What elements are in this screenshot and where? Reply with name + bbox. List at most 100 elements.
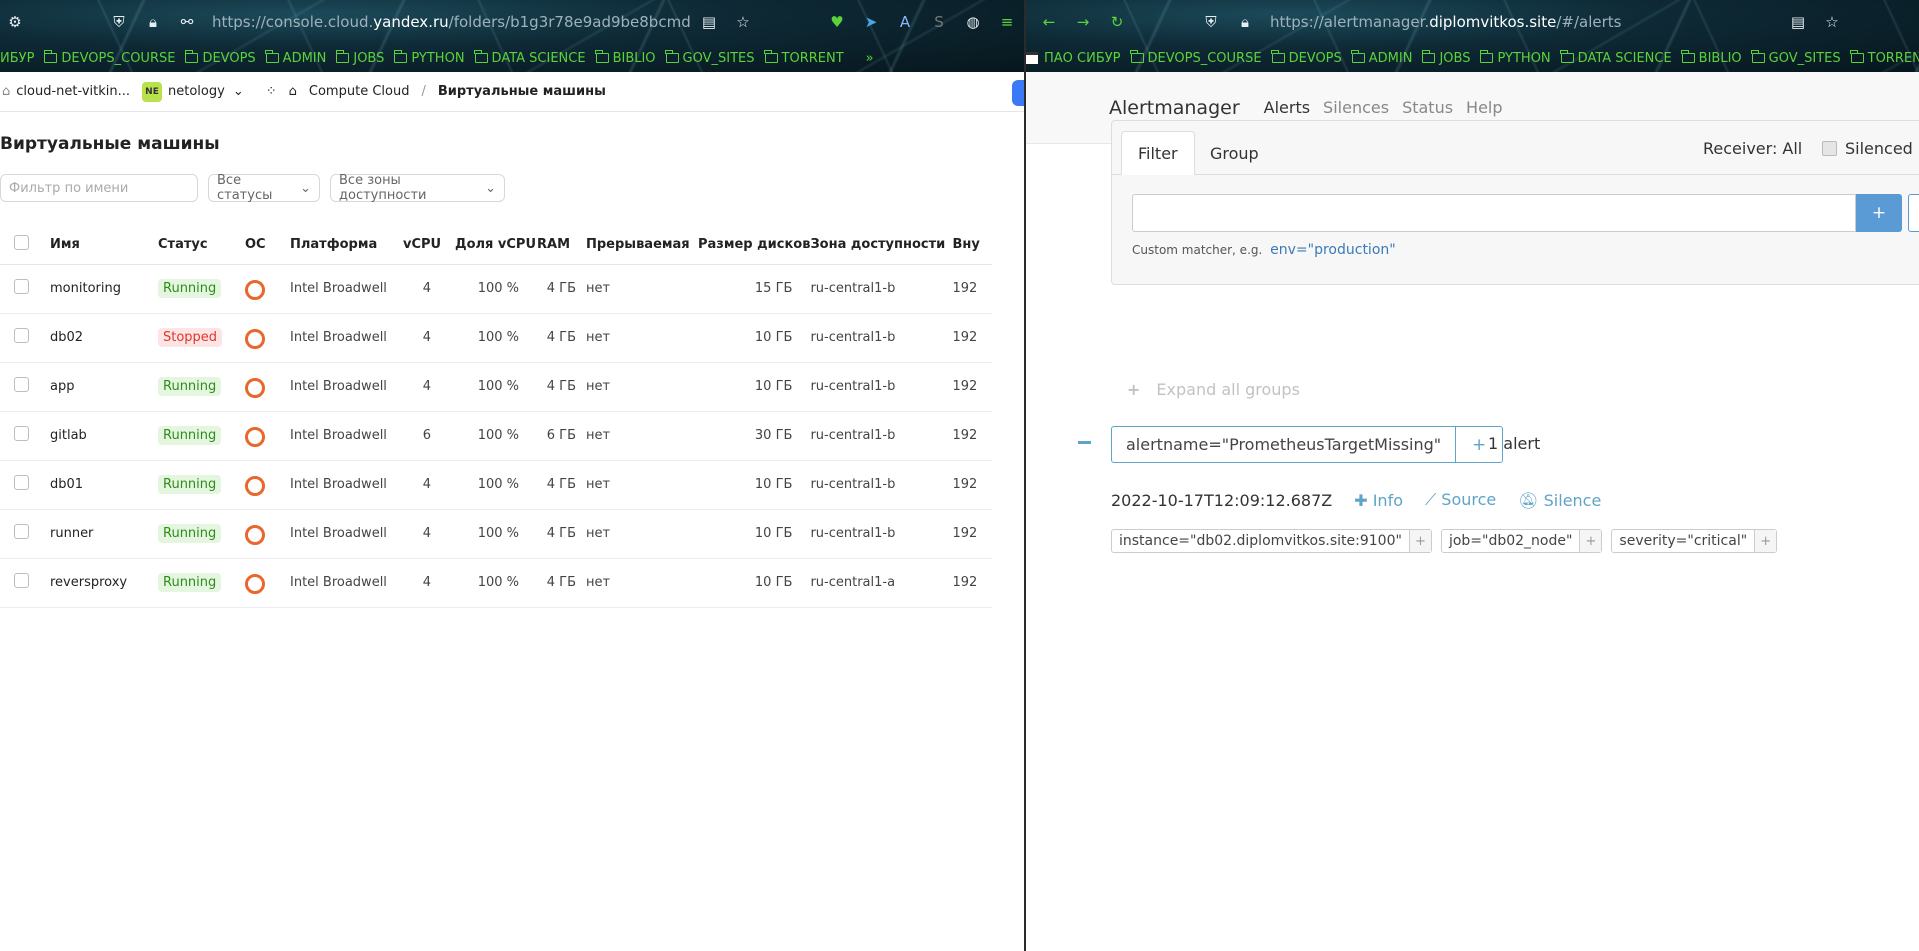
bookmark-item[interactable]: BIBLIO xyxy=(1681,50,1742,66)
column-header[interactable]: Размер дисков xyxy=(698,226,811,265)
source-button[interactable]: ⟋ Source xyxy=(1425,490,1496,510)
breadcrumb-folder[interactable]: NE netology ⌄ xyxy=(142,81,244,102)
column-header[interactable]: Прерываемая xyxy=(586,226,698,265)
expand-all-groups-button[interactable]: + Expand all groups xyxy=(1127,380,1300,399)
table-row[interactable]: db02 Stopped Intel Broadwell 4 100 % 4 ГБ нет 1… xyxy=(0,313,993,363)
bookmark-item[interactable]: TORRENT xyxy=(764,50,844,66)
brand-link[interactable]: Alertmanager xyxy=(1109,97,1240,119)
bookmark-item[interactable]: BIBLIO xyxy=(595,50,656,66)
bookmark-item[interactable]: ИБУР xyxy=(0,51,34,66)
add-label-filter-button[interactable]: + xyxy=(1579,530,1602,552)
row-checkbox[interactable] xyxy=(14,475,29,490)
table-row[interactable]: monitoring Running Intel Broadwell 4 100 % 4 … xyxy=(0,264,993,314)
bookmark-item[interactable]: DEVOPS xyxy=(184,50,256,66)
bookmark-item[interactable]: JOBS xyxy=(335,50,384,66)
row-checkbox[interactable] xyxy=(14,573,29,588)
row-checkbox[interactable] xyxy=(14,328,29,343)
reader-view-icon[interactable]: ▤ xyxy=(1787,11,1809,33)
globe-icon[interactable]: ◍ xyxy=(962,11,984,33)
settings-gear-icon[interactable]: ⚙ xyxy=(4,11,26,33)
vm-name[interactable]: monitoring xyxy=(50,264,158,314)
add-matcher-button[interactable]: + xyxy=(1856,194,1902,232)
add-label-filter-button[interactable]: + xyxy=(1408,530,1431,552)
column-header[interactable]: ОС xyxy=(245,226,290,265)
zone-select[interactable]: Все зоны доступности ⌄ xyxy=(330,173,505,203)
bookmark-item[interactable]: PYTHON xyxy=(1479,50,1551,66)
silenced-checkbox[interactable] xyxy=(1822,141,1837,156)
vm-name[interactable]: db01 xyxy=(50,460,158,510)
secondary-button[interactable] xyxy=(1908,194,1919,232)
lock-icon[interactable]: 🔒︎ xyxy=(1234,11,1256,33)
vm-name[interactable]: app xyxy=(50,362,158,412)
bookmark-item[interactable]: TORRENT xyxy=(1850,50,1919,66)
reload-icon[interactable]: ↻ xyxy=(1106,11,1128,33)
breadcrumb-cloud[interactable]: ⌂ cloud-net-vitkin... xyxy=(2,84,130,99)
bookmark-item[interactable]: DATA SCIENCE xyxy=(1560,50,1672,66)
column-header[interactable]: Имя xyxy=(50,226,158,265)
row-checkbox[interactable] xyxy=(14,426,29,441)
nav-silences[interactable]: Silences xyxy=(1323,98,1389,117)
nav-status[interactable]: Status xyxy=(1402,98,1453,117)
column-header[interactable]: Зона доступности xyxy=(810,226,953,265)
bookmark-item[interactable]: GOV_SITES xyxy=(665,50,755,66)
address-field[interactable]: https://console.cloud.yandex.ru/folders/… xyxy=(212,13,692,31)
select-all-checkbox[interactable] xyxy=(14,235,29,251)
shield-icon[interactable]: ⛨ xyxy=(1200,11,1222,33)
column-header[interactable]: Вну xyxy=(952,226,993,265)
bookmark-item[interactable]: JOBS xyxy=(1421,50,1470,66)
bookmark-item[interactable]: ADMIN xyxy=(265,50,326,66)
nav-alerts[interactable]: Alerts xyxy=(1264,98,1310,117)
vm-name[interactable]: runner xyxy=(50,509,158,559)
column-header[interactable]: Доля vCPU xyxy=(455,226,537,265)
forward-arrow-icon[interactable]: → xyxy=(1072,11,1094,33)
row-checkbox[interactable] xyxy=(14,279,29,294)
create-button-edge[interactable] xyxy=(1012,80,1024,106)
table-row[interactable]: db01 Running Intel Broadwell 4 100 % 4 ГБ нет 1… xyxy=(0,460,993,510)
table-row[interactable]: gitlab Running Intel Broadwell 6 100 % 6 ГБ не… xyxy=(0,411,993,461)
tab-filter[interactable]: Filter xyxy=(1121,131,1195,175)
bookmarks-overflow-icon[interactable]: » xyxy=(866,51,874,66)
extension-s-icon[interactable]: S xyxy=(928,11,950,33)
permissions-icon[interactable]: ⚯ xyxy=(176,11,198,33)
vm-name[interactable]: gitlab xyxy=(50,411,158,461)
reader-view-icon[interactable]: ▤ xyxy=(698,11,720,33)
vm-name[interactable]: db02 xyxy=(50,313,158,363)
pocket-icon[interactable]: ♥ xyxy=(826,11,848,33)
bookmark-item[interactable]: GOV_SITES xyxy=(1751,50,1841,66)
collapse-group-icon[interactable] xyxy=(1078,441,1091,444)
bookmark-item[interactable]: DEVOPS_COURSE xyxy=(43,50,175,66)
column-header[interactable]: RAM xyxy=(537,226,586,265)
bookmark-star-icon[interactable]: ☆ xyxy=(732,11,754,33)
add-label-filter-button[interactable]: + xyxy=(1754,530,1777,552)
column-header[interactable]: Платформа xyxy=(290,226,403,265)
menu-icon[interactable]: ≡ xyxy=(996,11,1018,33)
matcher-input[interactable] xyxy=(1132,194,1856,232)
breadcrumb-service[interactable]: Compute Cloud xyxy=(309,84,410,99)
column-header[interactable]: vCPU xyxy=(403,226,455,265)
bookmark-item[interactable]: DATA SCIENCE xyxy=(474,50,586,66)
status-select[interactable]: Все статусы ⌄ xyxy=(208,173,320,203)
bookmark-item[interactable]: PYTHON xyxy=(393,50,465,66)
nav-help[interactable]: Help xyxy=(1466,98,1502,117)
receiver-select[interactable]: Receiver: All xyxy=(1703,139,1802,158)
telegram-icon[interactable]: ➤ xyxy=(860,11,882,33)
info-button[interactable]: ✚ Info xyxy=(1354,491,1403,510)
row-checkbox[interactable] xyxy=(14,377,29,392)
lock-icon[interactable]: 🔒︎ xyxy=(142,11,164,33)
home-icon[interactable]: ⌂ xyxy=(289,84,297,99)
row-checkbox[interactable] xyxy=(14,524,29,539)
bookmark-star-icon[interactable]: ☆ xyxy=(1821,11,1843,33)
services-grid-icon[interactable]: ⁘ xyxy=(266,84,277,99)
bookmark-item[interactable]: DEVOPS xyxy=(1271,50,1342,66)
tab-group[interactable]: Group xyxy=(1194,131,1275,175)
table-row[interactable]: reversproxy Running Intel Broadwell 4 100 % 4… xyxy=(0,558,993,608)
name-filter-input[interactable]: Фильтр по имени xyxy=(0,174,198,202)
bookmark-item[interactable]: ADMIN xyxy=(1351,50,1412,66)
silence-button[interactable]: 🔕︎ Silence xyxy=(1518,491,1601,510)
back-arrow-icon[interactable]: ← xyxy=(1038,11,1060,33)
bookmark-item[interactable]: ПАО СИБУР xyxy=(1026,51,1121,66)
column-header[interactable]: Статус xyxy=(158,226,245,265)
table-row[interactable]: runner Running Intel Broadwell 4 100 % 4 ГБ не… xyxy=(0,509,993,559)
vm-name[interactable]: reversproxy xyxy=(50,558,158,608)
table-row[interactable]: app Running Intel Broadwell 4 100 % 4 ГБ нет 10… xyxy=(0,362,993,412)
